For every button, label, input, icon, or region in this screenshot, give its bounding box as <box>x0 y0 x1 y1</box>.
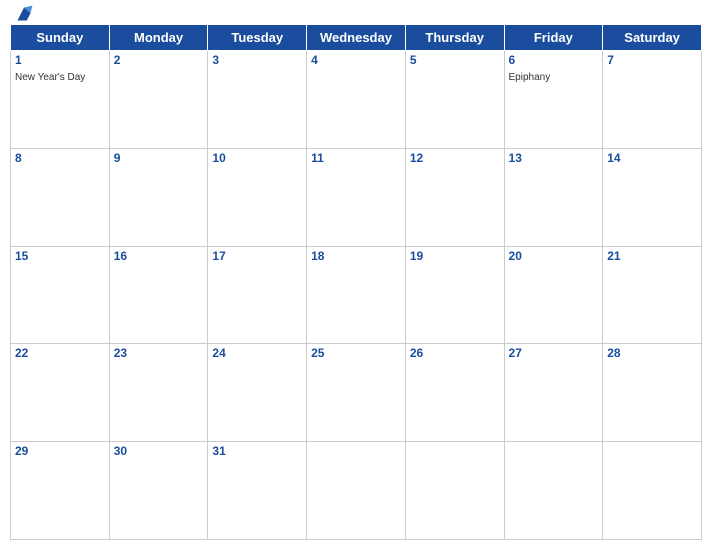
day-number: 15 <box>15 249 105 263</box>
day-event: New Year's Day <box>15 72 85 83</box>
calendar-cell: 31 <box>208 442 307 540</box>
day-number: 13 <box>509 151 599 165</box>
calendar-cell: 22 <box>11 344 110 442</box>
day-number: 30 <box>114 444 204 458</box>
week-row-4: 22 23 24 25 26 27 28 <box>11 344 702 442</box>
calendar-cell <box>405 442 504 540</box>
calendar-cell: 8 <box>11 148 110 246</box>
calendar-cell: 7 <box>603 51 702 149</box>
calendar-cell: 19 <box>405 246 504 344</box>
day-number: 26 <box>410 346 500 360</box>
calendar-cell: 15 <box>11 246 110 344</box>
day-number: 5 <box>410 53 500 67</box>
weekday-header-tuesday: Tuesday <box>208 25 307 51</box>
calendar-cell: 24 <box>208 344 307 442</box>
weekday-header-saturday: Saturday <box>603 25 702 51</box>
day-number: 29 <box>15 444 105 458</box>
week-row-2: 89 10 11 12 13 14 <box>11 148 702 246</box>
day-number: 8 <box>15 151 105 165</box>
week-row-3: 15 16 17 18 19 20 21 <box>11 246 702 344</box>
day-number: 21 <box>607 249 697 263</box>
weekday-header-friday: Friday <box>504 25 603 51</box>
calendar-cell: 26 <box>405 344 504 442</box>
calendar-cell: 1 New Year's Day <box>11 51 110 149</box>
calendar-cell: 10 <box>208 148 307 246</box>
day-event: Epiphany <box>509 72 551 83</box>
calendar-cell: 18 <box>307 246 406 344</box>
day-number: 16 <box>114 249 204 263</box>
calendar-cell: 20 <box>504 246 603 344</box>
day-number: 2 <box>114 53 204 67</box>
day-number: 24 <box>212 346 302 360</box>
weekday-header-row: SundayMondayTuesdayWednesdayThursdayFrid… <box>11 25 702 51</box>
calendar-cell: 28 <box>603 344 702 442</box>
day-number: 31 <box>212 444 302 458</box>
day-number: 17 <box>212 249 302 263</box>
day-number: 27 <box>509 346 599 360</box>
calendar-cell: 12 <box>405 148 504 246</box>
calendar-cell: 16 <box>109 246 208 344</box>
calendar-cell: 23 <box>109 344 208 442</box>
day-number: 10 <box>212 151 302 165</box>
calendar-cell <box>603 442 702 540</box>
calendar-cell: 27 <box>504 344 603 442</box>
calendar-cell: 21 <box>603 246 702 344</box>
calendar-header <box>10 10 702 18</box>
calendar-cell: 29 <box>11 442 110 540</box>
day-number: 19 <box>410 249 500 263</box>
weekday-header-monday: Monday <box>109 25 208 51</box>
calendar-cell: 5 <box>405 51 504 149</box>
day-number: 4 <box>311 53 401 67</box>
week-row-5: 29 30 31 <box>11 442 702 540</box>
calendar-cell: 6 Epiphany <box>504 51 603 149</box>
day-number: 20 <box>509 249 599 263</box>
weekday-header-wednesday: Wednesday <box>307 25 406 51</box>
day-number: 7 <box>607 53 697 67</box>
calendar-table: SundayMondayTuesdayWednesdayThursdayFrid… <box>10 24 702 540</box>
day-number: 14 <box>607 151 697 165</box>
calendar-cell: 17 <box>208 246 307 344</box>
day-number: 11 <box>311 151 401 165</box>
calendar-cell: 3 <box>208 51 307 149</box>
week-row-1: 1 New Year's Day 23456 Epiphany 7 <box>11 51 702 149</box>
day-number: 1 <box>15 53 105 67</box>
calendar-cell: 4 <box>307 51 406 149</box>
calendar-cell: 11 <box>307 148 406 246</box>
day-number: 28 <box>607 346 697 360</box>
calendar-cell: 14 <box>603 148 702 246</box>
calendar-cell <box>504 442 603 540</box>
calendar-cell: 13 <box>504 148 603 246</box>
day-number: 18 <box>311 249 401 263</box>
day-number: 12 <box>410 151 500 165</box>
day-number: 23 <box>114 346 204 360</box>
calendar-cell: 30 <box>109 442 208 540</box>
calendar-cell <box>307 442 406 540</box>
day-number: 6 <box>509 53 599 67</box>
weekday-header-thursday: Thursday <box>405 25 504 51</box>
calendar-cell: 2 <box>109 51 208 149</box>
calendar-cell: 9 <box>109 148 208 246</box>
day-number: 22 <box>15 346 105 360</box>
calendar-cell: 25 <box>307 344 406 442</box>
day-number: 3 <box>212 53 302 67</box>
day-number: 25 <box>311 346 401 360</box>
day-number: 9 <box>114 151 204 165</box>
weekday-header-sunday: Sunday <box>11 25 110 51</box>
logo <box>10 0 42 28</box>
